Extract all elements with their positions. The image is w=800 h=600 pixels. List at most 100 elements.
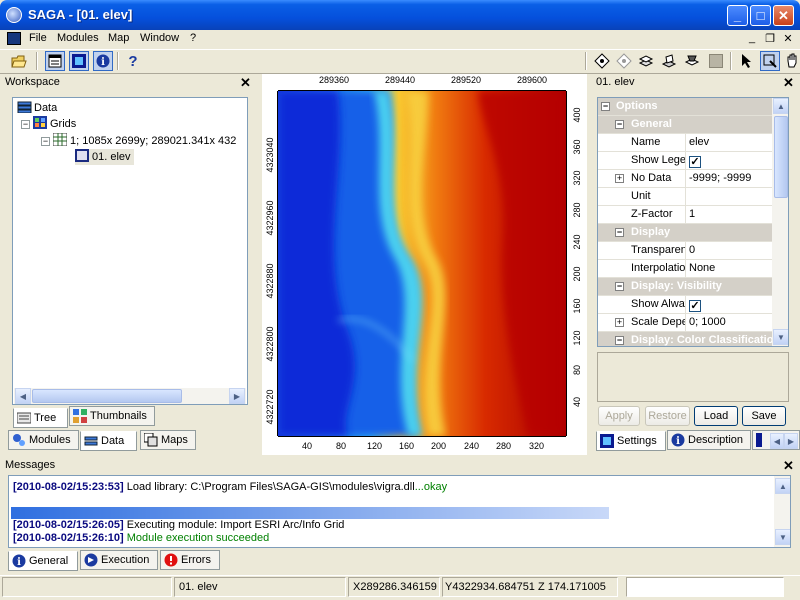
property-value[interactable]: elev xyxy=(689,134,709,151)
property-row[interactable]: Z-Factor 1 xyxy=(598,206,772,224)
property-checkbox[interactable]: ✓ xyxy=(689,296,701,313)
tree-hscroll-thumb[interactable] xyxy=(32,389,182,403)
tree-item-grid-system[interactable]: − 1; 1085x 2699y; 289021.341x 432 xyxy=(41,132,236,149)
right-tick-label: 80 xyxy=(572,365,582,376)
collapse-icon[interactable]: − xyxy=(615,120,624,129)
map-3d-icon[interactable] xyxy=(659,51,679,71)
tab-modules[interactable]: Modules xyxy=(8,430,79,450)
messages-log[interactable]: [2010-08-02/15:23:53] Load library: C:\P… xyxy=(8,475,791,548)
menu-file[interactable]: File xyxy=(29,32,47,44)
mdi-close-icon[interactable]: ✕ xyxy=(780,31,796,45)
property-category[interactable]: − Display: Color Classification xyxy=(598,332,780,346)
tree-item-grids[interactable]: − Grids xyxy=(21,116,76,132)
help-icon[interactable]: ? xyxy=(123,51,143,71)
collapse-icon[interactable]: − xyxy=(601,102,610,111)
workspace-toggle-icon[interactable] xyxy=(45,51,65,71)
apply-button[interactable]: Apply xyxy=(598,406,640,426)
property-value[interactable]: 0 xyxy=(689,242,695,259)
property-category[interactable]: − General xyxy=(598,116,772,134)
property-category[interactable]: − Display: Visibility xyxy=(598,278,772,296)
property-row[interactable]: + Scale Dependent 0; 1000 xyxy=(598,314,772,332)
tab-scroll-left-icon[interactable]: ◀ xyxy=(770,433,784,449)
menu-window[interactable]: Window xyxy=(140,32,179,44)
tab-thumbnails[interactable]: Thumbnails xyxy=(69,406,155,426)
property-row[interactable]: Transparency 0 xyxy=(598,242,772,260)
property-value[interactable]: 0; 1000 xyxy=(689,314,726,331)
tab-scroll-right-icon[interactable]: ▶ xyxy=(784,433,798,449)
map-layers-icon[interactable] xyxy=(636,51,656,71)
messages-close-icon[interactable]: ✕ xyxy=(783,458,794,474)
mdi-restore-icon[interactable]: ❐ xyxy=(762,31,778,45)
expand-icon[interactable]: + xyxy=(615,318,624,327)
workspace-close-icon[interactable]: ✕ xyxy=(240,75,251,91)
collapse-icon[interactable]: − xyxy=(615,336,624,345)
tab-tree[interactable]: Tree xyxy=(13,408,68,428)
tab-general[interactable]: i General xyxy=(8,551,78,571)
select-arrow-icon[interactable] xyxy=(737,51,757,71)
scroll-up-icon[interactable]: ▲ xyxy=(775,478,790,494)
property-category[interactable]: − Options xyxy=(598,98,772,116)
right-splitter[interactable] xyxy=(587,74,592,456)
map-disabled-icon[interactable] xyxy=(706,51,726,71)
props-vscroll-thumb[interactable] xyxy=(774,116,788,198)
property-checkbox[interactable]: ✓ xyxy=(689,152,701,169)
scroll-right-icon[interactable]: ▶ xyxy=(229,388,245,404)
collapse-icon[interactable]: − xyxy=(615,228,624,237)
property-grid[interactable]: −Options−GeneralNameelevShow Legend✓+No … xyxy=(597,97,789,347)
status-progress xyxy=(626,577,784,597)
map-zoom-full-icon[interactable] xyxy=(592,51,612,71)
properties-close-icon[interactable]: ✕ xyxy=(783,75,794,91)
load-button[interactable]: Load xyxy=(694,406,738,426)
collapse-icon[interactable]: − xyxy=(41,137,50,146)
property-row[interactable]: Interpolation None xyxy=(598,260,772,278)
properties-toggle-icon[interactable] xyxy=(69,51,89,71)
tab-settings[interactable]: Settings xyxy=(596,431,666,451)
tab-errors[interactable]: Errors xyxy=(160,550,220,570)
maximize-button[interactable]: □ xyxy=(750,5,771,26)
scroll-down-icon[interactable]: ▼ xyxy=(775,529,790,545)
scroll-up-icon[interactable]: ▲ xyxy=(773,98,788,114)
collapse-icon[interactable]: − xyxy=(615,282,624,291)
pan-hand-icon[interactable] xyxy=(782,51,800,71)
save-button[interactable]: Save xyxy=(742,406,786,426)
property-row[interactable]: Name elev xyxy=(598,134,772,152)
property-value[interactable]: 1 xyxy=(689,206,695,223)
tab-maps[interactable]: Maps xyxy=(140,430,196,450)
info-icon[interactable]: i xyxy=(93,51,113,71)
tab-modules-label: Modules xyxy=(29,434,71,446)
minimize-button[interactable]: _ xyxy=(727,5,748,26)
checkbox-checked-icon[interactable]: ✓ xyxy=(689,156,701,168)
menu-modules[interactable]: Modules xyxy=(57,32,99,44)
restore-button[interactable]: Restore xyxy=(645,406,690,426)
workspace-tree[interactable]: Data − Grids −1; 1085x 2699y; 289021.341x… xyxy=(12,97,248,405)
tab-data[interactable]: Data xyxy=(80,431,137,451)
property-row[interactable]: Unit xyxy=(598,188,772,206)
property-row[interactable]: Show Legend ✓ xyxy=(598,152,772,170)
property-category[interactable]: − Display xyxy=(598,224,772,242)
menu-help[interactable]: ? xyxy=(190,32,196,44)
map-layout-icon[interactable] xyxy=(682,51,702,71)
message-line: [2010-08-02/15:26:10] Module execution s… xyxy=(13,532,269,544)
tab-execution[interactable]: Execution xyxy=(80,550,158,570)
property-value[interactable]: -9999; -9999 xyxy=(689,170,751,187)
open-folder-icon[interactable] xyxy=(9,51,29,71)
elevation-raster-map[interactable] xyxy=(278,91,566,436)
property-row[interactable]: Show Always ✓ xyxy=(598,296,772,314)
menu-map[interactable]: Map xyxy=(108,32,129,44)
scroll-left-icon[interactable]: ◀ xyxy=(15,388,31,404)
checkbox-checked-icon[interactable]: ✓ xyxy=(689,300,701,312)
mdi-minimize-icon[interactable]: _ xyxy=(744,31,760,45)
mdi-document-icon[interactable] xyxy=(7,32,21,45)
tab-description[interactable]: i Description xyxy=(667,430,751,450)
expand-icon[interactable]: + xyxy=(615,174,624,183)
property-value[interactable]: None xyxy=(689,260,715,277)
map-zoom-layer-icon[interactable] xyxy=(614,51,634,71)
tree-item-data[interactable]: Data xyxy=(17,100,57,116)
tree-item-elev[interactable]: 01. elev xyxy=(75,149,134,165)
close-button[interactable]: ✕ xyxy=(773,5,794,26)
saga-app-icon[interactable] xyxy=(6,7,22,23)
property-row[interactable]: + No Data -9999; -9999 xyxy=(598,170,772,188)
collapse-icon[interactable]: − xyxy=(21,120,30,129)
scroll-down-icon[interactable]: ▼ xyxy=(773,329,788,345)
zoom-tool-icon[interactable] xyxy=(760,51,780,71)
